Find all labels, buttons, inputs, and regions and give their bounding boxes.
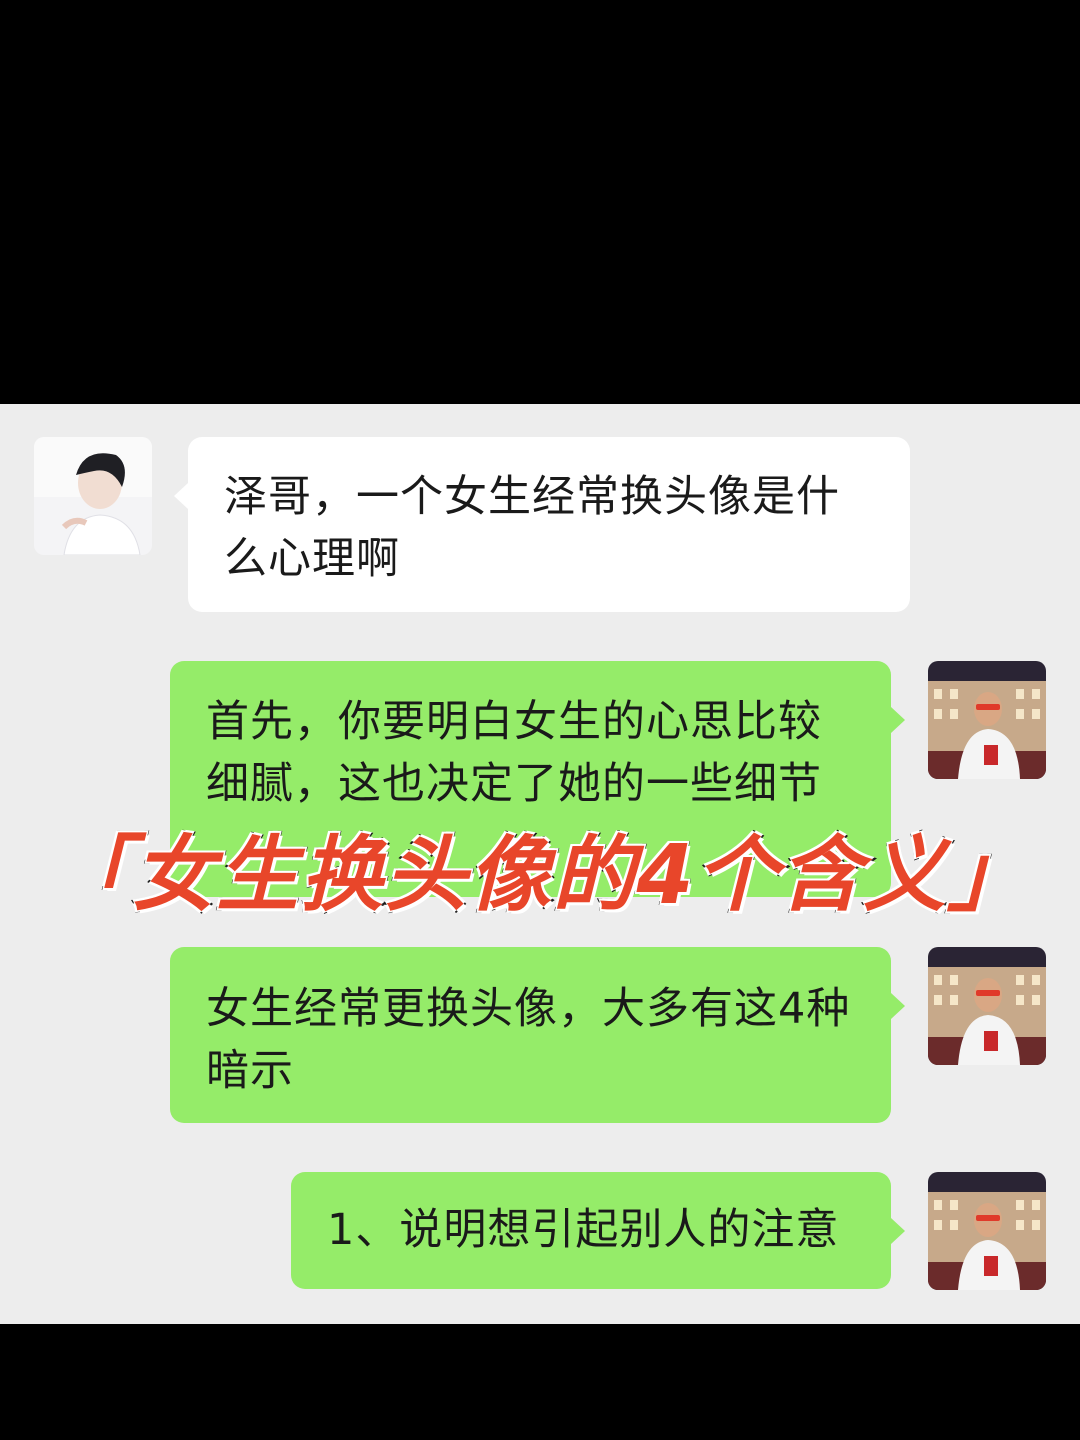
message-text: 泽哥，一个女生经常换头像是什么心理啊: [224, 472, 840, 584]
message-text: 女生经常更换头像，大多有这4种暗示: [206, 984, 851, 1096]
contact-avatar[interactable]: [34, 437, 152, 555]
bubble-tail: [891, 993, 905, 1019]
bubble-tail: [891, 707, 905, 733]
bubble-tail: [174, 483, 188, 509]
message-text: 1、说明想引起别人的注意: [327, 1205, 840, 1255]
message-bubble-outgoing[interactable]: 女生经常更换头像，大多有这4种暗示: [170, 947, 891, 1123]
user-avatar[interactable]: [928, 1172, 1046, 1290]
message-bubble-incoming[interactable]: 泽哥，一个女生经常换头像是什么心理啊: [188, 437, 910, 612]
overlay-title: 「女生换头像的4个含义」: [46, 826, 1032, 925]
user-avatar[interactable]: [928, 661, 1046, 779]
message-text: 首先，你要明白女生的心思比较细腻，这也决定了她的一些细节: [206, 697, 822, 809]
user-avatar[interactable]: [928, 947, 1046, 1065]
bubble-tail: [891, 1218, 905, 1244]
message-bubble-outgoing[interactable]: 1、说明想引起别人的注意: [291, 1172, 891, 1289]
